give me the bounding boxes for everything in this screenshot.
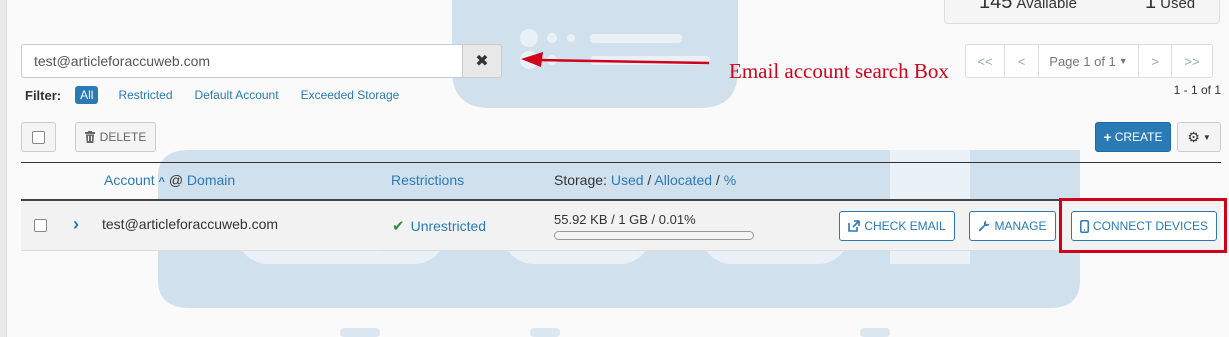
search-input[interactable] xyxy=(21,44,463,78)
next-page-button[interactable]: > xyxy=(1138,44,1172,78)
manage-button[interactable]: MANAGE xyxy=(969,211,1056,241)
delete-label: DELETE xyxy=(99,130,147,144)
page-label: Page 1 of 1 xyxy=(1049,53,1116,69)
filter-bar: Filter: All Restricted Default Account E… xyxy=(25,86,421,104)
filter-label: Filter: xyxy=(25,87,62,103)
table-row: › test@articleforaccuweb.com ✔ Unrestric… xyxy=(21,201,1221,251)
storage-progress-bar xyxy=(554,231,754,240)
clear-search-button[interactable]: ✖ xyxy=(462,44,502,78)
check-email-label: CHECK EMAIL xyxy=(864,219,946,233)
window-left-edge xyxy=(0,0,7,337)
storage-usage-text: 55.92 KB / 1 GB / 0.01% xyxy=(554,212,696,227)
external-link-icon xyxy=(848,220,861,232)
results-range: 1 - 1 of 1 xyxy=(1173,83,1221,97)
filter-default-account[interactable]: Default Account xyxy=(195,88,279,102)
pagination: << < Page 1 of 1 ▼ > >> xyxy=(965,44,1213,78)
storage-header: Storage: Used / Allocated / % xyxy=(554,172,737,188)
row-checkbox[interactable] xyxy=(34,219,47,232)
annotation-arrow-icon xyxy=(521,52,710,67)
sort-asc-icon: ^ xyxy=(158,176,165,188)
create-label: CREATE xyxy=(1114,130,1163,144)
caret-down-icon: ▼ xyxy=(1118,56,1128,66)
highlight-box xyxy=(1059,198,1227,253)
delete-button[interactable]: DELETE xyxy=(75,122,156,152)
storage-prefix: Storage: xyxy=(554,172,607,188)
email-stats-card: 145 Available 1 Used xyxy=(944,0,1220,24)
close-icon: ✖ xyxy=(475,53,489,70)
trash-icon xyxy=(84,131,95,143)
account-sort-link[interactable]: Account xyxy=(104,172,155,188)
restriction-status[interactable]: ✔ Unrestricted xyxy=(392,217,486,235)
at-sign: @ xyxy=(168,172,184,188)
table-header: Account ^ @ Domain Restrictions Storage:… xyxy=(21,163,1221,199)
checkmark-icon: ✔ xyxy=(392,218,405,235)
chevron-right-icon[interactable]: › xyxy=(73,214,79,235)
plus-icon: + xyxy=(1103,129,1112,145)
prev-page-button[interactable]: < xyxy=(1004,44,1039,78)
first-page-button[interactable]: << xyxy=(965,44,1005,78)
available-stat: 145 Available xyxy=(979,0,1077,13)
check-email-button[interactable]: CHECK EMAIL xyxy=(839,211,955,241)
account-domain-header: Account ^ @ Domain xyxy=(104,172,235,188)
account-email: test@articleforaccuweb.com xyxy=(102,216,279,232)
gear-icon: ⚙ xyxy=(1187,128,1200,145)
filter-exceeded-storage[interactable]: Exceeded Storage xyxy=(301,88,400,102)
used-stat: 1 Used xyxy=(1145,0,1196,13)
caret-down-icon: ▼ xyxy=(1202,132,1211,142)
domain-sort-link[interactable]: Domain xyxy=(187,172,235,188)
create-button[interactable]: + CREATE xyxy=(1095,122,1171,152)
checkbox-icon xyxy=(32,130,45,144)
filter-restricted[interactable]: Restricted xyxy=(118,88,172,102)
last-page-button[interactable]: >> xyxy=(1171,44,1213,78)
filter-all[interactable]: All xyxy=(75,86,99,104)
select-all-checkbox[interactable] xyxy=(21,122,56,152)
percent-sort-link[interactable]: % xyxy=(724,172,736,188)
manage-label: MANAGE xyxy=(994,219,1047,233)
page-select[interactable]: Page 1 of 1 ▼ xyxy=(1038,44,1139,78)
wrench-icon xyxy=(979,220,990,232)
restriction-label: Unrestricted xyxy=(410,218,487,234)
restrictions-header[interactable]: Restrictions xyxy=(391,172,464,188)
settings-dropdown-button[interactable]: ⚙ ▼ xyxy=(1177,122,1221,152)
allocated-sort-link[interactable]: Allocated xyxy=(654,172,712,188)
used-sort-link[interactable]: Used xyxy=(611,172,644,188)
annotation-label: Email account search Box xyxy=(729,59,949,83)
search-group: ✖ xyxy=(21,44,502,78)
